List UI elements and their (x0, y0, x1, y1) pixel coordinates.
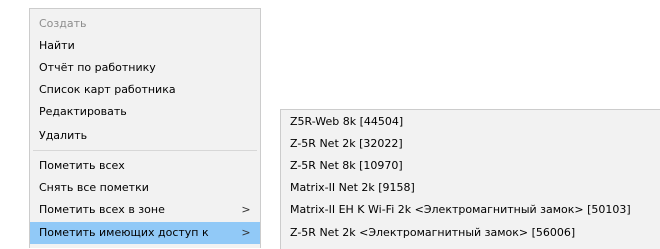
menu-item-employee-report[interactable]: Отчёт по работнику (30, 57, 260, 79)
menu-item-mark-all-in-zone[interactable]: Пометить всех в зоне > (30, 199, 260, 221)
menu-item-label: Пометить всех (39, 159, 125, 172)
menu-item-label: Пометить всех в зоне (39, 203, 165, 216)
submenu-item-label: Z-5R Net 2k [32022] (290, 137, 403, 150)
submenu-item-controller[interactable]: Matrix-II EH K Wi-Fi 2k <Электромагнитны… (281, 199, 660, 221)
menu-item-label: Список карт работника (39, 83, 176, 96)
submenu-item-label: Z5R-Web 8k [44504] (290, 115, 404, 128)
menu-separator (33, 150, 257, 151)
submenu-item-controller[interactable]: Matrix-II Net 2k [9158] (281, 177, 660, 199)
menu-item-label: Отчёт по работнику (39, 61, 156, 74)
submenu-item-controller[interactable]: Z5R-Web 8k [44504] (281, 111, 660, 133)
menu-item-create[interactable]: Создать (30, 13, 260, 35)
menu-item-employee-cards[interactable]: Список карт работника (30, 79, 260, 101)
menu-item-delete[interactable]: Удалить (30, 125, 260, 147)
submenu-item-controller[interactable]: Z-5R Net 2k <Электромагнитный замок> [56… (281, 222, 660, 244)
submenu-item-label: Z-5R Net 2k <Электромагнитный замок> [56… (290, 226, 576, 239)
menu-item-label: Удалить (39, 129, 88, 142)
menu-item-mark-with-access[interactable]: Пометить имеющих доступ к > (30, 222, 260, 244)
menu-item-mark-all[interactable]: Пометить всех (30, 155, 260, 177)
menu-item-find[interactable]: Найти (30, 35, 260, 57)
submenu-item-label: Matrix-II EH K Wi-Fi 2k <Электромагнитны… (290, 203, 631, 216)
menu-item-edit[interactable]: Редактировать (30, 101, 260, 123)
submenu-arrow-icon: > (241, 203, 251, 216)
submenu-item-controller[interactable]: Z-5R Net 8k [10970] (281, 155, 660, 177)
submenu-controllers: Z5R-Web 8k [44504] Z-5R Net 2k [32022] Z… (280, 109, 660, 249)
submenu-item-label: Z-5R Net 8k [10970] (290, 159, 403, 172)
menu-item-label: Пометить имеющих доступ к (39, 226, 209, 239)
menu-item-label: Снять все пометки (39, 181, 149, 194)
submenu-item-controller[interactable]: Z-5R Net 2k [32022] (281, 133, 660, 155)
menu-item-label: Редактировать (39, 105, 127, 118)
submenu-item-label: Matrix-II Net 2k [9158] (290, 181, 415, 194)
context-menu: Создать Найти Отчёт по работнику Список … (29, 8, 261, 248)
menu-item-unmark-all[interactable]: Снять все пометки (30, 177, 260, 199)
menu-item-label: Создать (39, 17, 87, 30)
menu-item-label: Найти (39, 39, 75, 52)
submenu-arrow-icon: > (241, 226, 251, 239)
